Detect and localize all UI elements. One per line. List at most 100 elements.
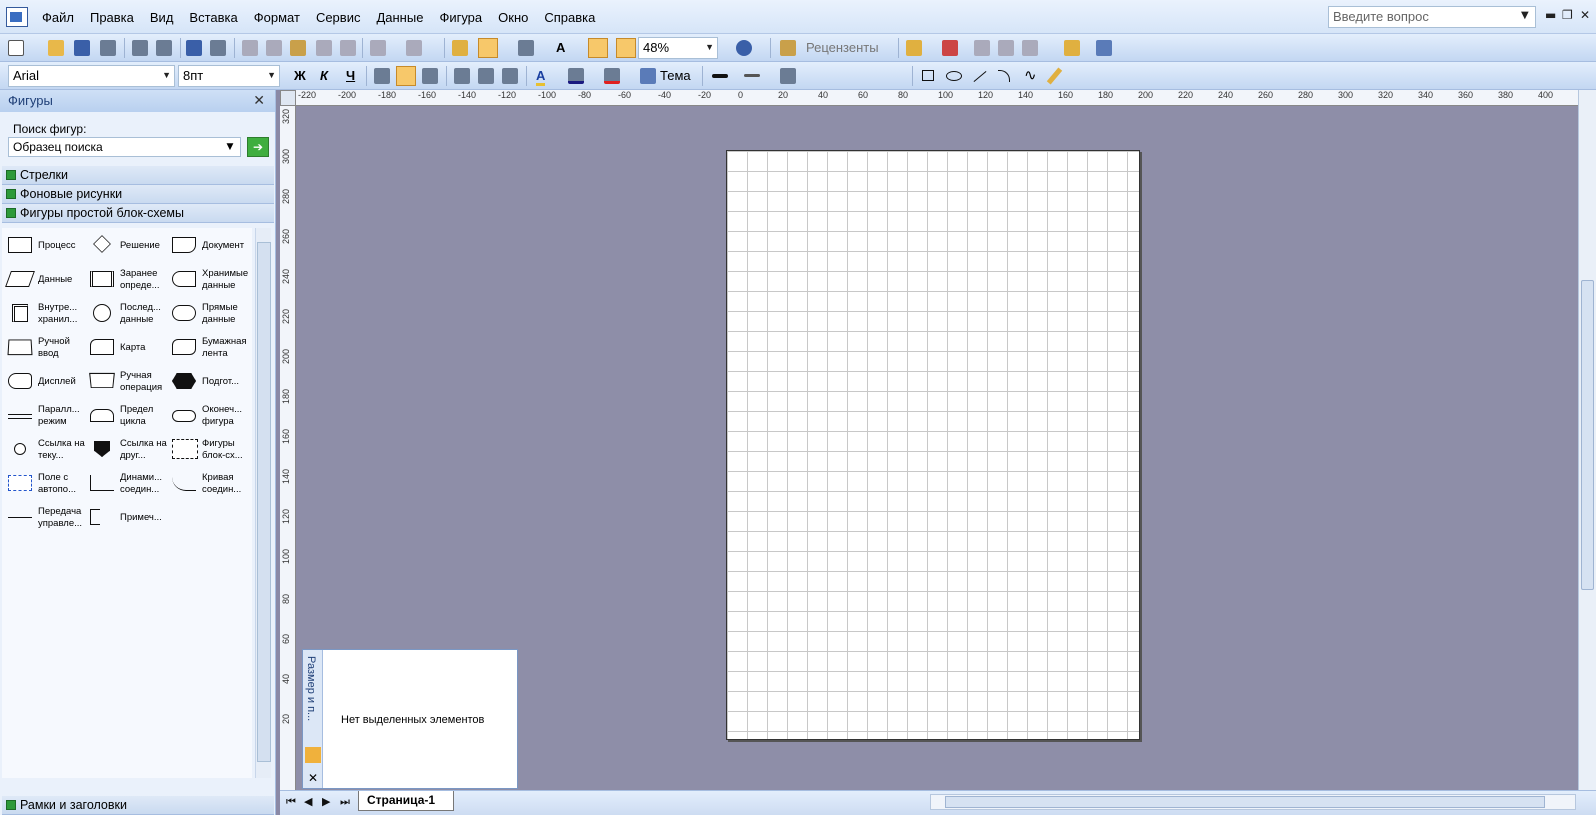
previous-markup-icon[interactable] xyxy=(974,40,990,56)
last-page-icon[interactable]: ⏭ xyxy=(340,795,350,809)
font-color-icon[interactable]: A xyxy=(536,68,546,86)
shape-decision[interactable]: Решение xyxy=(84,230,166,262)
shape-terminator[interactable]: Оконеч... фигура xyxy=(166,400,248,432)
freeform-tool-icon[interactable]: ∿ xyxy=(1024,66,1037,84)
menu-view[interactable]: Вид xyxy=(142,10,182,25)
first-page-icon[interactable]: ⏮ xyxy=(286,795,296,809)
pan-zoom-icon[interactable] xyxy=(616,38,636,58)
horizontal-ruler[interactable]: -220 -200 -180 -160 -140 -120 -100 -80 -60 -40 -20… xyxy=(296,90,1578,106)
minimize-icon[interactable]: ▬ xyxy=(1545,8,1556,22)
restore-icon[interactable]: ❐ xyxy=(1562,8,1573,22)
line-tool-icon[interactable] xyxy=(973,70,987,83)
undo-icon[interactable] xyxy=(370,40,386,56)
shape-sequential-data[interactable]: Послед... данные xyxy=(84,298,166,330)
open-icon[interactable] xyxy=(48,40,64,56)
shapes-scrollbar-thumb[interactable] xyxy=(257,242,271,762)
shape-auto-height-box[interactable]: Поле с автопо... xyxy=(2,468,84,500)
research-icon[interactable] xyxy=(210,40,226,56)
size-position-close-icon[interactable]: ✕ xyxy=(308,771,318,785)
canvas-horizontal-scrollbar[interactable] xyxy=(930,794,1576,810)
shape-annotation[interactable]: Примеч... xyxy=(84,502,166,534)
drawing-page[interactable] xyxy=(726,150,1140,740)
menu-shape[interactable]: Фигура xyxy=(431,10,490,25)
pencil-tool-icon[interactable] xyxy=(1046,67,1063,85)
shape-display[interactable]: Дисплей xyxy=(2,366,84,398)
close-icon[interactable]: ✕ xyxy=(1580,8,1590,22)
app-icon[interactable] xyxy=(6,7,28,27)
menu-edit[interactable]: Правка xyxy=(82,10,142,25)
next-page-icon[interactable]: ▶ xyxy=(322,795,330,808)
search-go-icon[interactable]: ➔ xyxy=(247,137,269,157)
pointer-tool-icon[interactable] xyxy=(478,38,498,58)
bullets-icon[interactable] xyxy=(454,68,470,84)
shape-stored-data[interactable]: Хранимые данные xyxy=(166,264,248,296)
zoom-dropdown-icon[interactable]: ▼ xyxy=(705,42,714,52)
search-dropdown-icon[interactable]: ▼ xyxy=(222,139,238,155)
align-left-icon[interactable] xyxy=(374,68,390,84)
save-icon[interactable] xyxy=(74,40,90,56)
reviewing-pane-icon[interactable] xyxy=(1064,40,1080,56)
stencil-arrows[interactable]: Стрелки xyxy=(2,166,274,185)
font-dropdown-icon[interactable]: ▼ xyxy=(162,70,171,80)
line-ends-icon[interactable] xyxy=(780,68,796,84)
shape-parallel-mode[interactable]: Паралл... режим xyxy=(2,400,84,432)
task-pane-icon[interactable] xyxy=(1096,40,1112,56)
canvas-vertical-scrollbar[interactable] xyxy=(1578,90,1596,790)
shape-on-page-reference[interactable]: Ссылка на теку... xyxy=(2,434,85,466)
increase-indent-icon[interactable] xyxy=(502,68,518,84)
line-pattern-icon[interactable] xyxy=(744,74,760,77)
theme-button[interactable]: Тема xyxy=(660,68,691,83)
arc-tool-icon[interactable] xyxy=(998,70,1010,82)
markup-folder-icon[interactable] xyxy=(906,40,922,56)
line-weight-icon[interactable] xyxy=(712,74,728,78)
shape-predefined-process[interactable]: Заранее опреде... xyxy=(84,264,166,296)
stencil-borders-titles[interactable]: Рамки и заголовки xyxy=(2,796,274,815)
shape-manual-input[interactable]: Ручной ввод xyxy=(2,332,84,364)
theme-icon[interactable] xyxy=(640,68,656,84)
shape-document[interactable]: Документ xyxy=(166,230,248,262)
italic-button[interactable]: К xyxy=(320,68,328,83)
ruler-corner[interactable] xyxy=(280,90,296,106)
decrease-indent-icon[interactable] xyxy=(478,68,494,84)
print-preview-icon[interactable] xyxy=(156,40,172,56)
spelling-icon[interactable] xyxy=(186,40,202,56)
font-combo[interactable]: Arial ▼ xyxy=(8,65,175,87)
search-shapes-input[interactable]: Образец поиска xyxy=(8,137,241,157)
canvas-horizontal-scrollbar-thumb[interactable] xyxy=(945,796,1545,808)
font-size-dropdown-icon[interactable]: ▼ xyxy=(267,70,276,80)
shape-loop-limit[interactable]: Предел цикла xyxy=(84,400,166,432)
delete-markup-icon[interactable] xyxy=(1022,40,1038,56)
format-painter-icon[interactable] xyxy=(340,40,356,56)
help-question-input[interactable]: Введите вопрос xyxy=(1328,6,1536,28)
ellipse-tool-icon[interactable] xyxy=(946,71,962,81)
shape-manual-operation[interactable]: Ручная операция xyxy=(84,366,166,398)
delete-icon[interactable] xyxy=(316,40,332,56)
help-icon[interactable] xyxy=(736,40,752,56)
reviewers-button[interactable]: Рецензенты xyxy=(806,40,879,55)
redo-icon[interactable] xyxy=(406,40,422,56)
bold-button[interactable]: Ж xyxy=(294,68,306,83)
menu-format[interactable]: Формат xyxy=(246,10,308,25)
menu-help[interactable]: Справка xyxy=(536,10,603,25)
text-tool-icon[interactable]: A xyxy=(556,40,565,55)
line-color-icon[interactable] xyxy=(568,68,584,84)
size-position-tab[interactable]: Размер и п... ✕ xyxy=(303,650,323,788)
font-size-combo[interactable]: 8пт ▼ xyxy=(178,65,280,87)
shape-flowchart-shapes[interactable]: Фигуры блок-сх... xyxy=(166,434,248,466)
connection-point-icon[interactable] xyxy=(588,38,608,58)
shape-internal-storage[interactable]: Внутре... хранил... xyxy=(2,298,84,330)
shape-paper-tape[interactable]: Бумажная лента xyxy=(166,332,248,364)
previous-page-icon[interactable]: ◀ xyxy=(304,795,312,808)
shape-card[interactable]: Карта xyxy=(84,332,166,364)
menu-file[interactable]: Файл xyxy=(34,10,82,25)
shape-direct-data[interactable]: Прямые данные xyxy=(166,298,248,330)
copy-icon[interactable] xyxy=(266,40,282,56)
fill-color-icon[interactable] xyxy=(604,68,620,84)
shapes-pane-close-icon[interactable]: ✕ xyxy=(253,92,265,109)
print-icon[interactable] xyxy=(132,40,148,56)
shape-dynamic-connector[interactable]: Динами... соедин... xyxy=(84,468,166,500)
shape-process[interactable]: Процесс xyxy=(2,230,84,262)
shape-preparation[interactable]: Подгот... xyxy=(166,366,248,398)
menu-window[interactable]: Окно xyxy=(490,10,536,25)
stencil-icon[interactable] xyxy=(452,40,468,56)
